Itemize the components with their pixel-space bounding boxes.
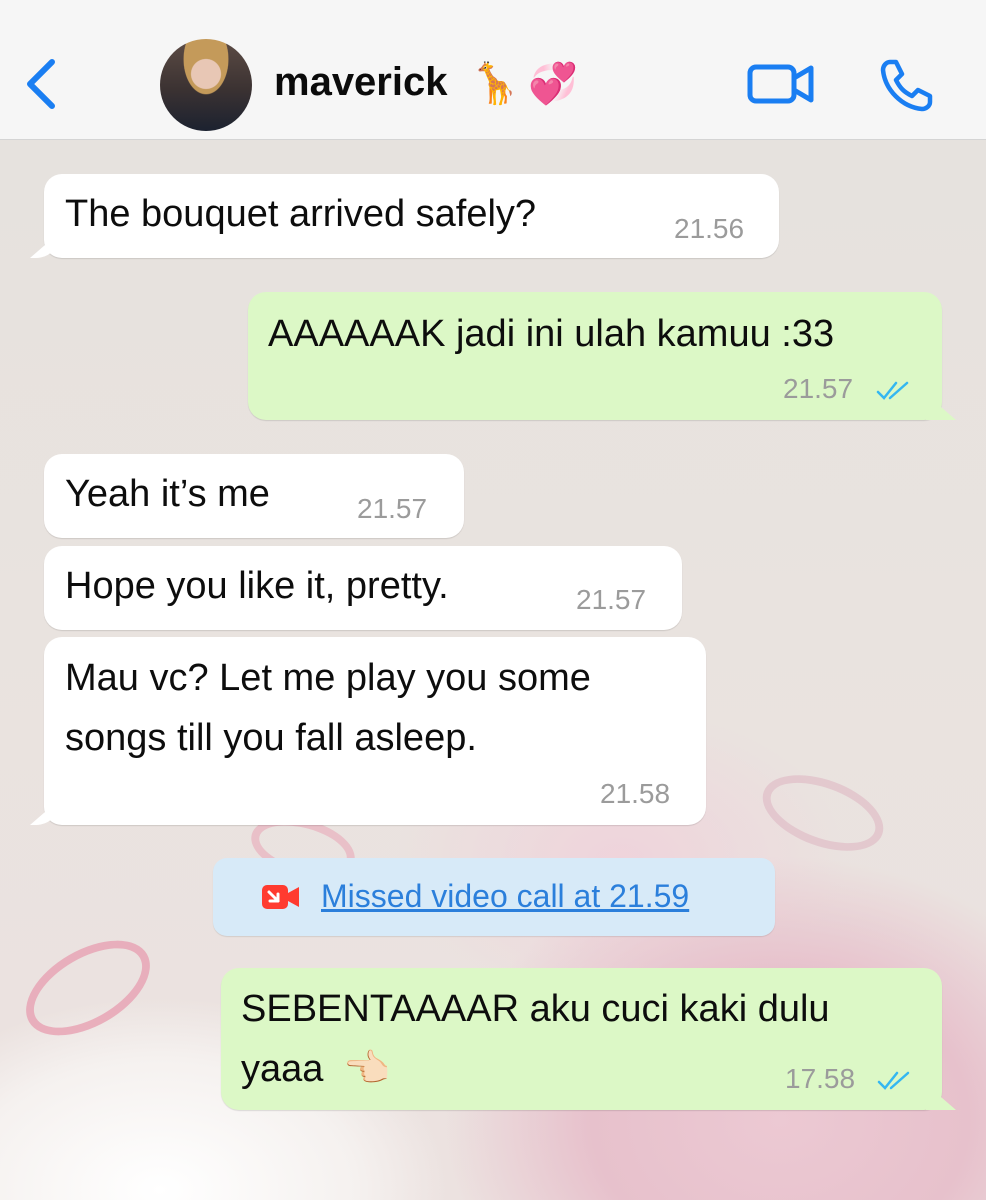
message-time: 21.57 <box>783 373 854 404</box>
message-bubble-outgoing[interactable]: AAAAAAK jadi ini ulah kamuu :33 21.57 <box>248 292 956 420</box>
message-text: The bouquet arrived safely? <box>65 193 537 235</box>
message-text: Yeah it’s me <box>65 473 270 515</box>
message-time: 17.58 <box>785 1063 856 1094</box>
hearts-emoji: 💞 <box>528 62 578 106</box>
contact-name[interactable]: maverick <box>274 60 447 105</box>
chat-header: maverick 🦒 💞 <box>0 0 986 140</box>
message-bubble-outgoing[interactable]: SEBENTAAAAR aku cuci kaki dulu yaaa 👈🏻 1… <box>221 968 956 1110</box>
message-time: 21.58 <box>600 778 671 809</box>
message-text: Hope you like it, pretty. <box>65 565 449 607</box>
giraffe-emoji: 🦒 <box>470 62 520 106</box>
message-text-line: yaaa <box>241 1048 324 1090</box>
missed-call-notice[interactable]: Missed video call at 21.59 <box>213 858 775 936</box>
message-text: AAAAAAK jadi ini ulah kamuu :33 <box>268 313 835 355</box>
message-time: 21.57 <box>357 493 428 524</box>
pointing-left-emoji: 👈🏻 <box>343 1048 391 1090</box>
message-text-line: songs till you fall asleep. <box>65 717 477 759</box>
read-ticks-icon <box>876 381 909 400</box>
message-text-line: SEBENTAAAAR aku cuci kaki dulu <box>241 988 830 1030</box>
phone-icon[interactable] <box>880 58 934 112</box>
read-ticks-icon <box>877 1071 910 1090</box>
ribbon-decoration <box>10 921 166 1055</box>
ribbon-decoration <box>752 760 894 866</box>
missed-video-call-icon <box>262 885 299 909</box>
message-bubble-incoming[interactable]: Yeah it’s me 21.57 <box>44 454 464 538</box>
message-bubble-incoming[interactable]: The bouquet arrived safely? 21.56 <box>30 174 779 258</box>
message-time: 21.56 <box>674 213 745 244</box>
missed-call-link[interactable]: Missed video call at 21.59 <box>321 874 689 918</box>
avatar[interactable] <box>160 39 252 131</box>
video-camera-icon[interactable] <box>747 60 815 108</box>
chevron-left-icon[interactable] <box>22 58 58 110</box>
message-bubble-incoming[interactable]: Mau vc? Let me play you some songs till … <box>30 637 706 825</box>
message-bubble-incoming[interactable]: Hope you like it, pretty. 21.57 <box>44 546 682 630</box>
message-text-line: Mau vc? Let me play you some <box>65 657 591 699</box>
message-time: 21.57 <box>576 584 647 615</box>
